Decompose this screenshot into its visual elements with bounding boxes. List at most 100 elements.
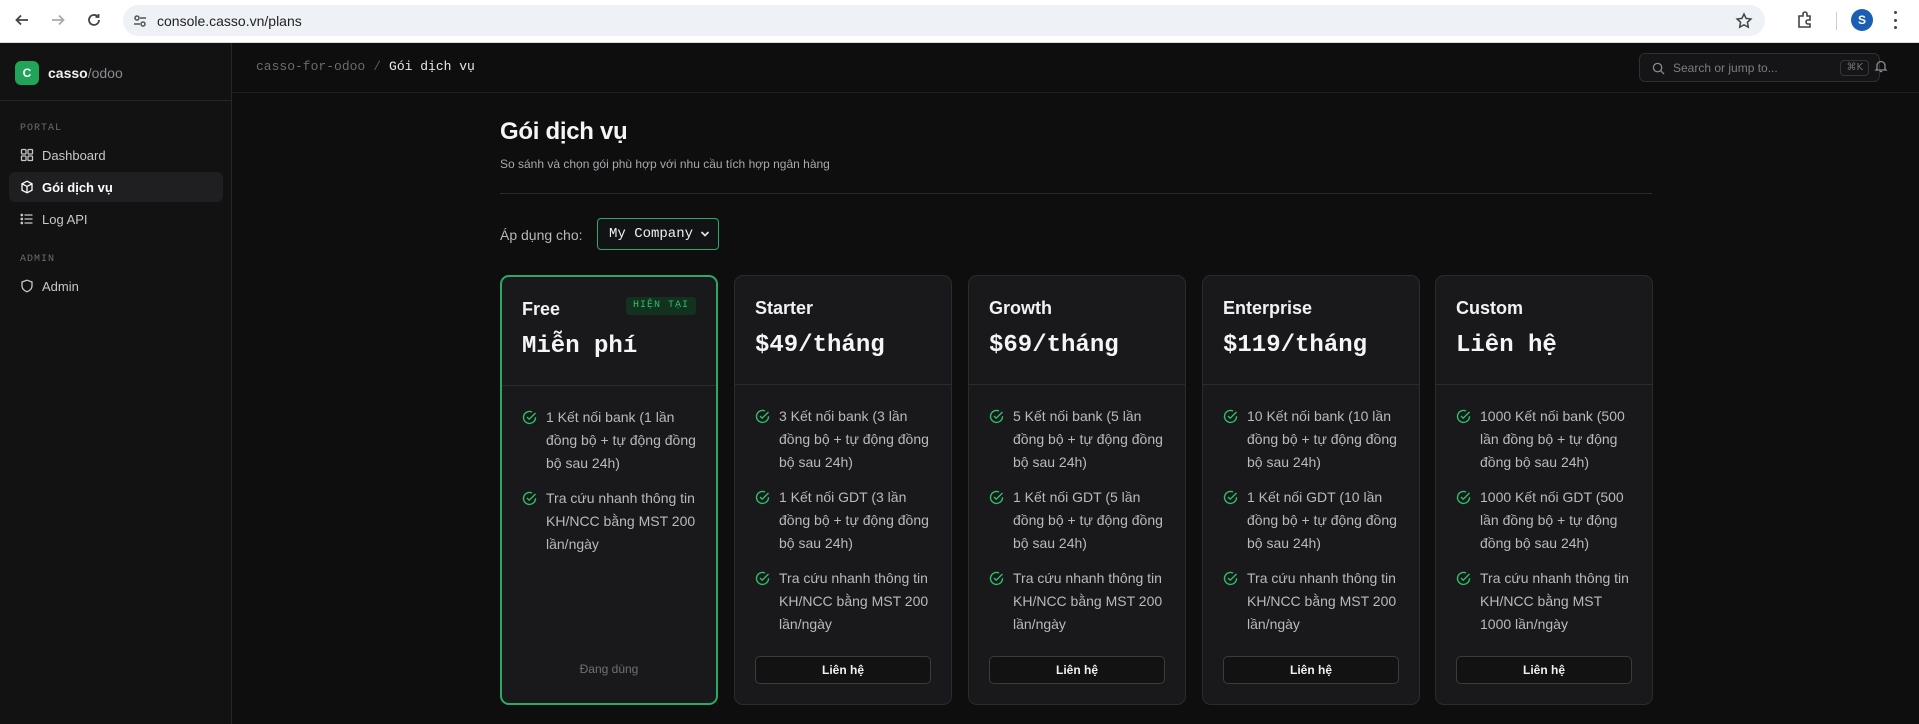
list-icon (20, 213, 33, 225)
brand-name: casso/odoo (48, 65, 123, 81)
plan-name: Growth (989, 298, 1052, 318)
sidebar-item-dashboard[interactable]: Dashboard (9, 140, 223, 170)
site-settings-icon[interactable] (132, 13, 148, 29)
search-placeholder: Search or jump to... (1673, 61, 1778, 75)
plan-name: Enterprise (1223, 298, 1313, 318)
plan-status-in-use: Đang dùng (579, 662, 639, 676)
current-plan-badge: HIỆN TẠI (625, 297, 696, 315)
sidebar-item-admin[interactable]: Admin (9, 271, 223, 301)
plan-feature: Tra cứu nhanh thông tin KH/NCC bằng MST … (1223, 567, 1403, 636)
search-shortcut: ⌘K (1840, 60, 1869, 76)
check-circle-icon (1223, 571, 1238, 586)
card-divider (1436, 384, 1652, 385)
page-subtitle: So sánh và chọn gói phù hợp với nhu cầu … (500, 157, 830, 171)
sidebar-item-label: Dashboard (42, 147, 106, 163)
check-circle-icon (1223, 409, 1238, 424)
sidebar-item-plans[interactable]: Gói dịch vụ (9, 172, 223, 202)
contact-button[interactable]: Liên hệ (1223, 656, 1399, 684)
sidebar-item-label: Gói dịch vụ (42, 179, 113, 195)
shield-icon (21, 279, 33, 293)
card-divider (969, 384, 1185, 385)
card-divider (1203, 384, 1419, 385)
plan-features: 1 Kết nối bank (1 lần đồng bộ + tự động … (522, 406, 702, 568)
card-divider (502, 385, 716, 386)
brand[interactable]: C casso/odoo (15, 61, 123, 85)
contact-button[interactable]: Liên hệ (1456, 656, 1632, 684)
check-circle-icon (989, 490, 1004, 505)
plan-feature: Tra cứu nhanh thông tin KH/NCC bằng MST … (1456, 567, 1636, 636)
browser-chrome: console.casso.vn/plans S (0, 0, 1919, 43)
box-icon (21, 180, 33, 194)
check-circle-icon (755, 409, 770, 424)
plan-feature: 1 Kết nối GDT (3 lần đồng bộ + tự động đ… (755, 486, 935, 555)
card-divider (735, 384, 951, 385)
forward-arrow-icon[interactable] (47, 9, 69, 31)
page-title: Gói dịch vụ (500, 118, 628, 145)
check-circle-icon (755, 490, 770, 505)
plan-price: Liên hệ (1456, 332, 1557, 359)
check-circle-icon (1456, 409, 1471, 424)
plan-features: 5 Kết nối bank (5 lần đồng bộ + tự động … (989, 405, 1169, 648)
apply-for-label: Áp dụng cho: (500, 227, 583, 243)
search-input[interactable]: Search or jump to... ⌘K (1639, 53, 1880, 82)
plan-price: $69/tháng (989, 332, 1119, 359)
plan-feature: 10 Kết nối bank (10 lần đồng bộ + tự độn… (1223, 405, 1403, 474)
plan-features: 3 Kết nối bank (3 lần đồng bộ + tự động … (755, 405, 935, 648)
sidebar-section-portal: PORTAL (20, 123, 63, 134)
sidebar-divider (0, 100, 231, 101)
plan-feature: 5 Kết nối bank (5 lần đồng bộ + tự động … (989, 405, 1169, 474)
plan-card-free: Free HIỆN TẠI Miễn phí 1 Kết nối bank (1… (500, 275, 718, 705)
check-circle-icon (989, 409, 1004, 424)
plan-name: Custom (1456, 298, 1523, 318)
check-circle-icon (1456, 571, 1471, 586)
extensions-icon[interactable] (1795, 10, 1815, 30)
sidebar-section-admin: ADMIN (20, 254, 56, 265)
topbar: casso-for-odoo / Gói dịch vụ Search or jum… (232, 43, 1919, 93)
plan-features: 1000 Kết nối bank (500 lần đồng bộ + tự … (1456, 405, 1636, 648)
plan-feature: 1000 Kết nối bank (500 lần đồng bộ + tự … (1456, 405, 1636, 474)
company-select-value: My Company (609, 226, 694, 242)
plan-price: $49/tháng (755, 332, 885, 359)
check-circle-icon (1456, 490, 1471, 505)
sidebar-item-label: Log API (42, 211, 88, 227)
check-circle-icon (989, 571, 1004, 586)
plan-card-growth: Growth $69/tháng 5 Kết nối bank (5 lần đ… (968, 275, 1186, 705)
back-arrow-icon[interactable] (11, 9, 33, 31)
brand-logo: C (15, 61, 39, 85)
toolbar-divider (1836, 12, 1837, 30)
profile-avatar[interactable]: S (1851, 9, 1873, 31)
plan-feature: 1 Kết nối GDT (10 lần đồng bộ + tự động … (1223, 486, 1403, 555)
chevron-down-icon (700, 231, 710, 237)
plan-price: Miễn phí (522, 333, 638, 360)
plan-feature: Tra cứu nhanh thông tin KH/NCC bằng MST … (755, 567, 935, 636)
plan-name: Free (522, 299, 561, 319)
contact-button[interactable]: Liên hệ (989, 656, 1165, 684)
plan-feature: 1000 Kết nối GDT (500 lần đồng bộ + tự đ… (1456, 486, 1636, 555)
address-bar[interactable]: console.casso.vn/plans (123, 5, 1765, 36)
plan-feature: 3 Kết nối bank (3 lần đồng bộ + tự động … (755, 405, 935, 474)
contact-button[interactable]: Liên hệ (755, 656, 931, 684)
bell-icon[interactable] (1874, 59, 1888, 73)
check-circle-icon (1223, 490, 1238, 505)
browser-menu-icon[interactable] (1893, 11, 1897, 29)
reload-icon[interactable] (83, 9, 105, 31)
plan-feature: Tra cứu nhanh thông tin KH/NCC bằng MST … (522, 487, 702, 556)
bookmark-star-icon[interactable] (1735, 12, 1753, 30)
url-text: console.casso.vn/plans (157, 13, 302, 29)
sidebar-item-label: Admin (42, 278, 79, 294)
plan-card-starter: Starter $49/tháng 3 Kết nối bank (3 lần … (734, 275, 952, 705)
plan-feature: 1 Kết nối bank (1 lần đồng bộ + tự động … (522, 406, 702, 475)
sidebar-item-log-api[interactable]: Log API (9, 204, 223, 234)
check-circle-icon (522, 491, 537, 506)
breadcrumb-root[interactable]: casso-for-odoo (256, 59, 365, 74)
plan-feature: 1 Kết nối GDT (5 lần đồng bộ + tự động đ… (989, 486, 1169, 555)
plan-features: 10 Kết nối bank (10 lần đồng bộ + tự độn… (1223, 405, 1403, 648)
content-divider (500, 193, 1652, 194)
plan-feature: Tra cứu nhanh thông tin KH/NCC bằng MST … (989, 567, 1169, 636)
breadcrumb-current: Gói dịch vụ (389, 59, 475, 74)
check-circle-icon (522, 410, 537, 425)
company-select[interactable]: My Company (597, 218, 719, 250)
plan-card-enterprise: Enterprise $119/tháng 10 Kết nối bank (1… (1202, 275, 1420, 705)
plan-price: $119/tháng (1223, 332, 1368, 359)
plan-card-custom: Custom Liên hệ 1000 Kết nối bank (500 lầ… (1435, 275, 1653, 705)
